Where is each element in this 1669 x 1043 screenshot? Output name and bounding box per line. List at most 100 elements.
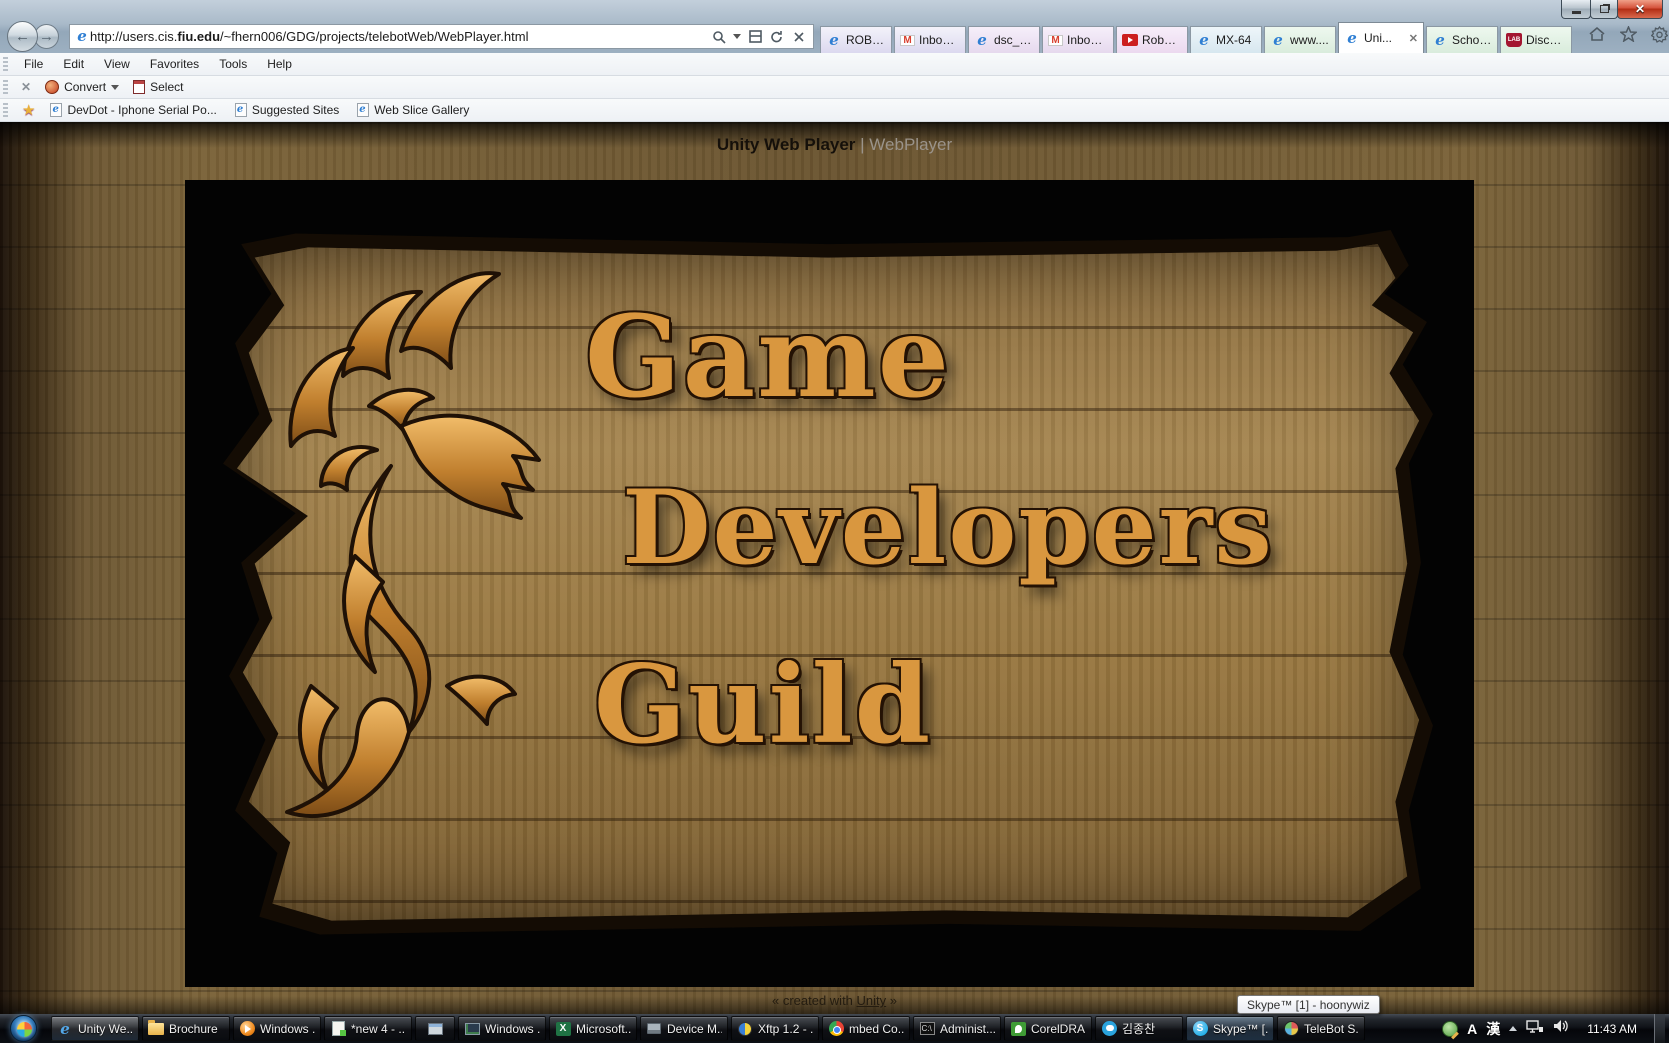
kakaotalk-icon — [1101, 1021, 1117, 1037]
ie-page-icon: e — [74, 29, 90, 45]
url-text[interactable]: http://users.cis.fiu.edu/~fhern006/GDG/p… — [90, 29, 709, 44]
command-prompt-icon: C:\ — [919, 1021, 935, 1037]
ime-language-icon[interactable] — [1442, 1021, 1458, 1037]
refresh-icon[interactable] — [769, 29, 785, 45]
taskbar-item-administrator-cmd[interactable]: C:\Administ... — [913, 1016, 1001, 1041]
network-icon[interactable] — [1526, 1019, 1544, 1039]
sign-text-developers: Developers — [533, 468, 1363, 588]
ie-icon: e — [57, 1021, 73, 1037]
taskbar-item-coreldraw[interactable]: CorelDRA... — [1004, 1016, 1092, 1041]
add-favorite-star-icon[interactable]: ★ — [22, 101, 35, 119]
convert-button[interactable]: Convert — [38, 78, 126, 96]
tab-inbox-2[interactable]: MInbox (... — [1042, 26, 1114, 53]
taskbar: eUnity We... Brochure Windows ... *new 4… — [0, 1014, 1669, 1043]
skype-icon: S — [1192, 1021, 1208, 1037]
tab-inbox-1[interactable]: MInbox (... — [894, 26, 966, 53]
toolbar-close-button[interactable]: ✕ — [14, 78, 38, 96]
tab-close-icon[interactable]: ✕ — [1409, 32, 1418, 45]
menu-file[interactable]: File — [14, 54, 53, 74]
system-tray: A 漢 11:43 AM — [1442, 1014, 1669, 1043]
favorites-star-icon[interactable] — [1620, 26, 1637, 47]
search-dropdown-icon[interactable] — [733, 34, 741, 39]
unity-player-area[interactable]: Game Developers Guild — [185, 180, 1474, 987]
tab-mx64[interactable]: eMX-64 — [1190, 26, 1262, 53]
compatibility-view-icon[interactable] — [747, 29, 763, 45]
minimize-icon — [1572, 11, 1581, 14]
ime-hanja-icon[interactable]: 漢 — [1486, 1019, 1500, 1039]
command-bar: ✕ Convert Select — [0, 76, 1669, 99]
back-button[interactable]: ← — [7, 21, 38, 52]
select-button[interactable]: Select — [126, 78, 190, 96]
desktop-screen: ✕ ← → e http://users.cis.fiu.edu/~fhern0… — [0, 0, 1669, 1043]
favorites-bar: ★ DevDot - Iphone Serial Po... Suggested… — [0, 99, 1669, 122]
settings-gear-icon[interactable] — [1651, 26, 1668, 48]
taskbar-item-xftp[interactable]: Xftp 1.2 - ... — [731, 1016, 819, 1041]
sign-text-guild: Guild — [533, 642, 993, 768]
browser-window-chrome: ✕ ← → e http://users.cis.fiu.edu/~fhern0… — [0, 0, 1669, 53]
tab-www[interactable]: ewww.... — [1264, 26, 1336, 53]
clock[interactable]: 11:43 AM — [1579, 1022, 1645, 1036]
address-bar[interactable]: e http://users.cis.fiu.edu/~fhern006/GDG… — [69, 24, 814, 49]
taskbar-item-new4-editor[interactable]: *new 4 - ... — [324, 1016, 412, 1041]
toolbar-grip — [3, 103, 8, 117]
toolbar-grip — [3, 57, 8, 71]
ie-favicon: e — [1196, 32, 1212, 48]
ie-favicon: e — [826, 32, 842, 48]
show-desktop-button[interactable] — [1654, 1014, 1665, 1043]
convert-dropdown-icon — [111, 85, 119, 90]
menu-tools[interactable]: Tools — [209, 54, 257, 74]
close-x-icon: ✕ — [21, 80, 31, 94]
menu-edit[interactable]: Edit — [53, 54, 94, 74]
ie-page-icon — [357, 103, 369, 117]
media-player-icon — [239, 1021, 255, 1037]
favorite-suggested-sites[interactable]: Suggested Sites — [226, 101, 348, 119]
browser-action-icons — [1588, 26, 1668, 48]
maximize-button[interactable] — [1590, 0, 1618, 19]
show-hidden-icons-chevron[interactable] — [1509, 1026, 1517, 1031]
favorite-web-slice-gallery[interactable]: Web Slice Gallery — [348, 101, 478, 119]
maximize-icon — [1600, 5, 1609, 13]
home-icon[interactable] — [1588, 26, 1606, 47]
web-page-content: Unity Web Player | WebPlayer — [0, 122, 1669, 1014]
menu-favorites[interactable]: Favorites — [140, 54, 209, 74]
start-button[interactable] — [10, 1015, 37, 1042]
menu-view[interactable]: View — [94, 54, 140, 74]
taskbar-item-device-manager[interactable]: Device M... — [640, 1016, 728, 1041]
tab-robo[interactable]: eROBO... — [820, 26, 892, 53]
taskbar-item-windows-media[interactable]: Windows ... — [233, 1016, 321, 1041]
unity-link[interactable]: Unity — [857, 993, 887, 1008]
ie-favicon: e — [1432, 32, 1448, 48]
ie-favicon: e — [1270, 32, 1286, 48]
menu-help[interactable]: Help — [257, 54, 302, 74]
stop-icon[interactable] — [791, 29, 807, 45]
tab-robot[interactable]: Robot ... — [1116, 26, 1188, 53]
photo-viewer-icon — [464, 1021, 480, 1037]
taskbar-item-kakaotalk[interactable]: 김종찬 — [1095, 1016, 1183, 1041]
taskbar-item-mbed-chrome[interactable]: mbed Co... — [822, 1016, 910, 1041]
tab-school[interactable]: eSchool... — [1426, 26, 1498, 53]
taskbar-item-telebot[interactable]: TeleBot S... — [1277, 1016, 1365, 1041]
coreldraw-icon — [1010, 1021, 1026, 1037]
taskbar-item-skype[interactable]: SSkype™ [... — [1186, 1016, 1274, 1041]
telebot-icon — [1283, 1021, 1299, 1037]
volume-icon[interactable] — [1553, 1019, 1570, 1038]
tab-unity-active[interactable]: eUni...✕ — [1338, 22, 1424, 53]
taskbar-item-brochure[interactable]: Brochure — [142, 1016, 230, 1041]
taskbar-item-microsoft-excel[interactable]: XMicrosoft... — [549, 1016, 637, 1041]
close-button[interactable]: ✕ — [1617, 0, 1663, 19]
close-icon: ✕ — [1635, 2, 1645, 16]
select-icon — [133, 80, 145, 94]
favorite-devdot[interactable]: DevDot - Iphone Serial Po... — [41, 101, 225, 119]
lab-icon: LAB — [1506, 33, 1522, 47]
search-icon[interactable] — [711, 29, 727, 45]
tab-dsc-pe[interactable]: edsc_pe... — [968, 26, 1040, 53]
taskbar-item-unity-webplayer[interactable]: eUnity We... — [51, 1016, 139, 1041]
tab-discov[interactable]: LABDiscov... — [1500, 26, 1572, 53]
taskbar-item-window[interactable] — [415, 1016, 455, 1041]
ime-english-icon[interactable]: A — [1467, 1021, 1477, 1037]
window-icon — [427, 1021, 443, 1037]
taskbar-item-windows-photo[interactable]: Windows ... — [458, 1016, 546, 1041]
folder-icon — [148, 1021, 164, 1037]
youtube-icon — [1122, 34, 1138, 46]
minimize-button[interactable] — [1561, 0, 1591, 19]
